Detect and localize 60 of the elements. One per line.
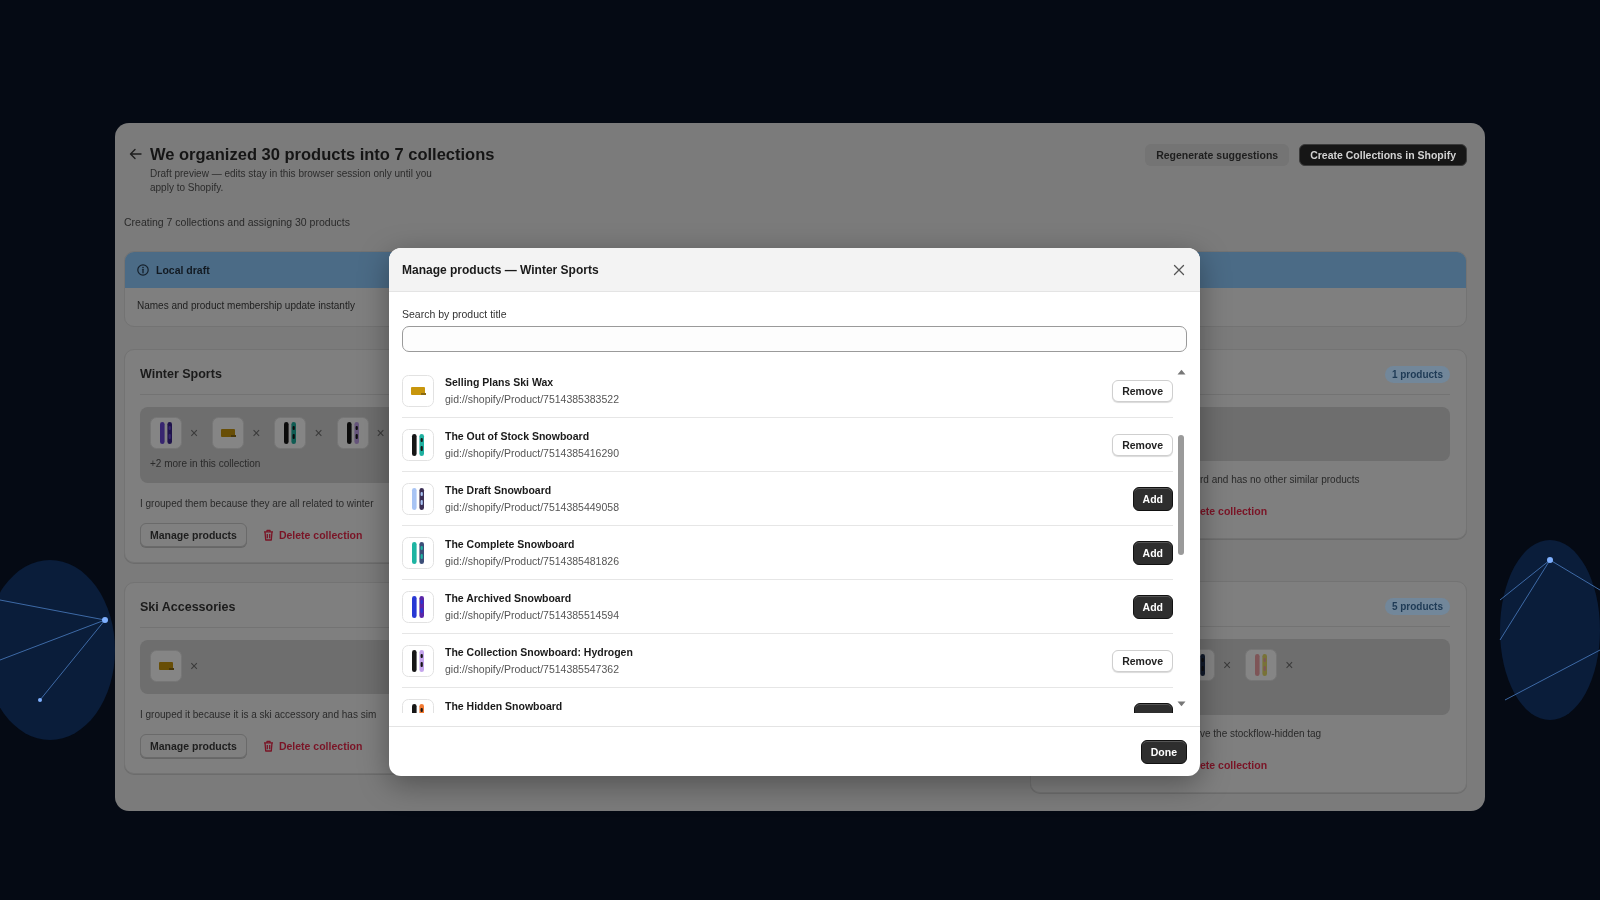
product-title: The Hidden Snowboard [445, 699, 563, 713]
product-title: The Collection Snowboard: Hydrogen [445, 645, 633, 660]
trash-icon [262, 740, 274, 752]
manage-products-button[interactable]: Manage products [140, 523, 247, 547]
product-id: gid://shopify/Product/7514385547362 [445, 662, 619, 677]
delete-collection-button[interactable]: ete collection [1200, 759, 1268, 771]
remove-icon[interactable]: × [190, 658, 199, 674]
product-id: gid://shopify/Product/7514385383522 [445, 392, 619, 407]
product-title: The Archived Snowboard [445, 591, 572, 606]
product-title: Selling Plans Ski Wax [445, 375, 554, 390]
description-text: ve the stockflow-hidden tag [1200, 727, 1322, 741]
dialog-title: Manage products — Winter Sports [402, 262, 599, 277]
add-button[interactable]: Add [1132, 540, 1174, 565]
manage-products-button[interactable]: Manage products [140, 734, 247, 758]
progress-text: Creating 7 collections and assigning 30 products [124, 215, 351, 229]
remove-icon[interactable]: × [1285, 657, 1294, 673]
scrollbar-thumb[interactable] [1178, 435, 1184, 555]
product-title: The Out of Stock Snowboard [445, 429, 590, 444]
banner-text: Names and product membership update instantly [137, 299, 355, 313]
remove-icon[interactable]: × [314, 425, 323, 441]
page-subtitle: Draft preview — edits stay in this browser session only until you apply to Shopify. [150, 167, 433, 195]
add-button[interactable]: Add [1132, 594, 1174, 619]
remove-button[interactable]: Remove [1112, 379, 1174, 402]
collection-title: Winter Sports [140, 367, 222, 381]
info-icon [137, 264, 149, 276]
collection-title: Ski Accessories [140, 600, 236, 614]
delete-collection-button[interactable]: Delete collection [262, 740, 363, 752]
description-text: rd and has no other similar products [1200, 473, 1360, 487]
create-collections-button[interactable]: Create Collections in Shopify [1299, 144, 1467, 166]
delete-collection-button[interactable]: Delete collection [262, 529, 363, 541]
scroll-up-icon[interactable] [1176, 369, 1186, 375]
scroll-down-icon[interactable] [1176, 701, 1186, 707]
description-text: I grouped it because it is a ski accessory and has sim [140, 708, 377, 722]
product-title: The Complete Snowboard [445, 537, 575, 552]
product-id: gid://shopify/Product/7514385514594 [445, 608, 619, 623]
more-text: +2 more in this collection [150, 457, 262, 471]
remove-icon[interactable]: × [376, 425, 385, 441]
product-title: The Draft Snowboard [445, 483, 552, 498]
product-id: gid://shopify/Product/7514385416290 [445, 446, 619, 461]
remove-button[interactable]: Remove [1112, 433, 1174, 456]
remove-icon[interactable]: × [190, 425, 199, 441]
search-label: Search by product title [402, 307, 508, 322]
banner-title: Local draft [156, 264, 210, 276]
remove-button[interactable]: Remove [1112, 649, 1174, 672]
product-id: gid://shopify/Product/7514385449058 [445, 500, 619, 515]
remove-icon[interactable]: × [252, 425, 261, 441]
count-badge: 1 products [1384, 365, 1450, 383]
regenerate-button[interactable]: Regenerate suggestions [1145, 144, 1290, 166]
page-title: We organized 30 products into 7 collections [150, 144, 495, 165]
description-text: I grouped them because they are all related to winter [140, 497, 374, 511]
product-id: gid://shopify/Product/7514385481826 [445, 554, 619, 569]
back-icon[interactable] [129, 148, 142, 160]
done-button[interactable]: Done [1140, 739, 1187, 764]
remove-icon[interactable]: × [1223, 657, 1232, 673]
add-button[interactable]: Add [1132, 486, 1174, 511]
count-badge: 5 products [1384, 597, 1450, 615]
delete-collection-button[interactable]: ete collection [1200, 505, 1268, 517]
search-field[interactable] [402, 326, 1187, 352]
close-icon[interactable] [1173, 263, 1185, 276]
trash-icon [262, 529, 274, 541]
